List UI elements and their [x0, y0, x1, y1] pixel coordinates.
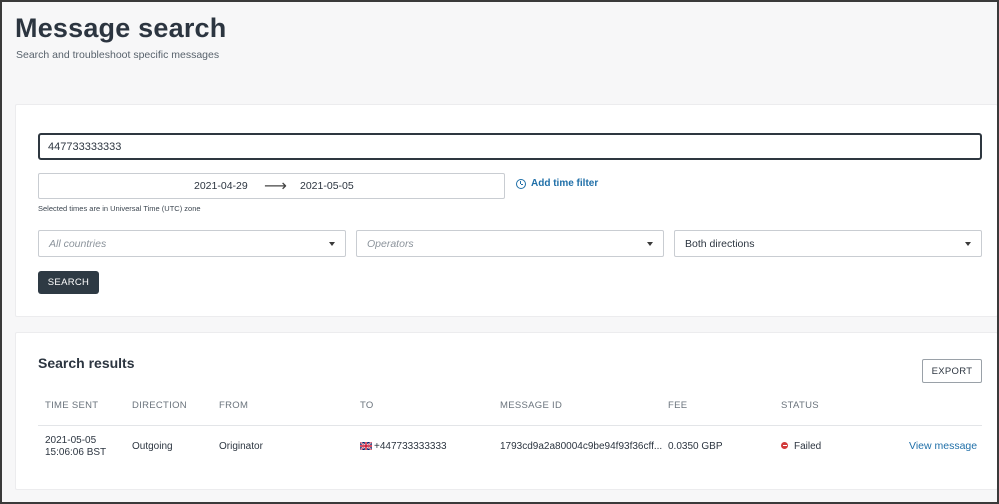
add-time-filter-label: Add time filter	[531, 178, 599, 189]
date-range-picker[interactable]: 2021-04-29 ⟶ 2021-05-05	[38, 173, 505, 199]
operators-select-text: Operators	[367, 237, 414, 250]
cell-time-sent: 2021-05-05 15:06:06 BST	[45, 435, 106, 459]
direction-select-text: Both directions	[685, 237, 755, 250]
cell-to: +447733333333	[360, 441, 447, 453]
caret-down-icon	[329, 241, 335, 246]
page-title: Message search	[15, 13, 227, 43]
date-from[interactable]: 2021-04-29	[194, 180, 248, 192]
search-button[interactable]: SEARCH	[38, 271, 99, 294]
search-panel: 2021-04-29 ⟶ 2021-05-05 Add time filter …	[15, 104, 997, 317]
clock-icon	[516, 178, 526, 189]
results-title: Search results	[38, 355, 135, 371]
column-header-fee[interactable]: FEE	[668, 400, 687, 411]
app-frame: Message search Search and troubleshoot s…	[0, 0, 999, 504]
page-subtitle: Search and troubleshoot specific message…	[16, 49, 220, 61]
countries-select-text: All countries	[49, 237, 107, 250]
column-header-time-sent[interactable]: TIME SENT	[45, 400, 98, 411]
search-input[interactable]	[38, 133, 982, 160]
cell-time-clock: 15:06:06 BST	[45, 447, 107, 458]
view-message-link[interactable]: View message	[909, 440, 977, 452]
date-to[interactable]: 2021-05-05	[300, 180, 354, 192]
utc-note: Selected times are in Universal Time (UT…	[38, 204, 201, 213]
cell-time-date: 2021-05-05	[45, 435, 97, 446]
column-header-status[interactable]: STATUS	[781, 400, 819, 411]
column-header-to[interactable]: TO	[360, 400, 374, 411]
cell-to-number: +447733333333	[374, 441, 447, 452]
cell-message-id: 1793cd9a2a80004c9be94f93f36cff...	[500, 441, 663, 452]
cell-direction: Outgoing	[132, 441, 173, 452]
arrow-right-icon: ⟶	[264, 178, 287, 195]
cell-status-text: Failed	[794, 441, 822, 452]
header-divider	[38, 425, 982, 426]
column-header-direction[interactable]: DIRECTION	[132, 400, 187, 411]
direction-select[interactable]: Both directions	[674, 230, 982, 257]
caret-down-icon	[647, 241, 653, 246]
column-header-message-id[interactable]: MESSAGE ID	[500, 400, 562, 411]
uk-flag-icon	[360, 442, 372, 450]
cell-fee: 0.0350 GBP	[668, 441, 723, 452]
cell-status: Failed	[781, 441, 821, 453]
results-panel: Search results EXPORT TIME SENT DIRECTIO…	[15, 332, 997, 490]
export-button[interactable]: EXPORT	[922, 359, 982, 383]
operators-select[interactable]: Operators	[356, 230, 664, 257]
cell-from: Originator	[219, 441, 263, 452]
caret-down-icon	[965, 241, 971, 246]
countries-select[interactable]: All countries	[38, 230, 346, 257]
column-header-from[interactable]: FROM	[219, 400, 248, 411]
add-time-filter-link[interactable]: Add time filter	[516, 178, 598, 189]
failed-status-icon	[781, 442, 788, 449]
